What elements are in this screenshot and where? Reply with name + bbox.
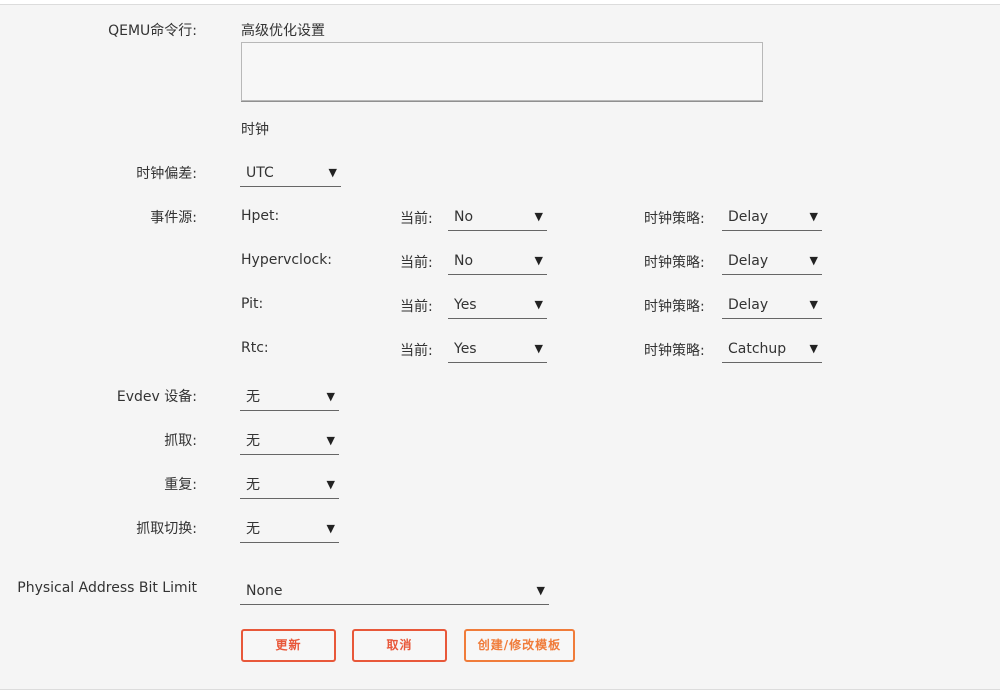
timer-policy-value: Delay (728, 297, 769, 313)
timer-present-value: No (454, 209, 474, 225)
chevron-down-icon: ▼ (326, 478, 335, 491)
timer-present-select[interactable]: Yes ▼ (448, 337, 547, 363)
timer-policy-value: Delay (728, 209, 769, 225)
grab-toggle-label: 抓取切换: (136, 521, 197, 537)
repeat-value: 无 (246, 477, 260, 493)
timer-present-value: No (454, 253, 474, 269)
chevron-down-icon: ▼ (326, 522, 335, 535)
grab-toggle-value: 无 (246, 521, 260, 537)
phys-addr-select[interactable]: None ▼ (240, 579, 549, 605)
evdev-select[interactable]: 无 ▼ (240, 385, 339, 411)
chevron-down-icon: ▼ (809, 298, 818, 311)
timer-present-select[interactable]: No ▼ (448, 205, 547, 231)
clock-section-title: 时钟 (241, 122, 269, 138)
grab-select[interactable]: 无 ▼ (240, 429, 339, 455)
qemu-cmd-label: QEMU命令行: (108, 23, 197, 39)
repeat-select[interactable]: 无 ▼ (240, 473, 339, 499)
timer-present-label: 当前: (400, 343, 433, 359)
chevron-down-icon: ▼ (328, 166, 337, 179)
chevron-down-icon: ▼ (326, 434, 335, 447)
evdev-label: Evdev 设备: (116, 389, 197, 405)
timer-policy-label: 时钟策略: (644, 299, 705, 315)
timer-name: Hypervclock: (241, 252, 333, 268)
grab-toggle-select[interactable]: 无 ▼ (240, 517, 339, 543)
timer-name: Rtc: (241, 340, 269, 356)
chevron-down-icon: ▼ (326, 390, 335, 403)
chevron-down-icon: ▼ (534, 298, 543, 311)
timer-present-label: 当前: (400, 255, 433, 271)
event-source-label: 事件源: (150, 210, 197, 226)
timer-policy-select[interactable]: Catchup ▼ (722, 337, 822, 363)
timer-policy-select[interactable]: Delay ▼ (722, 293, 822, 319)
chevron-down-icon: ▼ (534, 254, 543, 267)
timer-policy-select[interactable]: Delay ▼ (722, 249, 822, 275)
phys-addr-value: None (246, 583, 283, 599)
create-template-button[interactable]: 创建/修改模板 (464, 629, 575, 662)
clock-offset-value: UTC (246, 165, 274, 181)
advanced-section-title: 高级优化设置 (241, 23, 325, 39)
cancel-button[interactable]: 取消 (352, 629, 447, 662)
evdev-value: 无 (246, 389, 260, 405)
timer-name: Hpet: (241, 208, 280, 224)
repeat-label: 重复: (164, 477, 197, 493)
timer-policy-label: 时钟策略: (644, 255, 705, 271)
timer-present-label: 当前: (400, 211, 433, 227)
timer-present-select[interactable]: Yes ▼ (448, 293, 547, 319)
timer-present-value: Yes (454, 341, 477, 357)
timer-policy-label: 时钟策略: (644, 343, 705, 359)
phys-addr-label: Physical Address Bit Limit (17, 580, 197, 596)
grab-label: 抓取: (164, 433, 197, 449)
timer-name: Pit: (241, 296, 264, 312)
chevron-down-icon: ▼ (534, 342, 543, 355)
clock-offset-label: 时钟偏差: (136, 166, 197, 182)
grab-value: 无 (246, 433, 260, 449)
chevron-down-icon: ▼ (536, 584, 545, 597)
timer-present-value: Yes (454, 297, 477, 313)
chevron-down-icon: ▼ (809, 342, 818, 355)
timer-present-select[interactable]: No ▼ (448, 249, 547, 275)
timer-policy-select[interactable]: Delay ▼ (722, 205, 822, 231)
timer-policy-value: Catchup (728, 341, 787, 357)
chevron-down-icon: ▼ (534, 210, 543, 223)
timer-policy-label: 时钟策略: (644, 211, 705, 227)
timer-policy-value: Delay (728, 253, 769, 269)
qemu-cmd-textarea[interactable] (241, 42, 763, 101)
chevron-down-icon: ▼ (809, 210, 818, 223)
timer-present-label: 当前: (400, 299, 433, 315)
chevron-down-icon: ▼ (809, 254, 818, 267)
update-button[interactable]: 更新 (241, 629, 336, 662)
clock-offset-select[interactable]: UTC ▼ (240, 161, 341, 187)
